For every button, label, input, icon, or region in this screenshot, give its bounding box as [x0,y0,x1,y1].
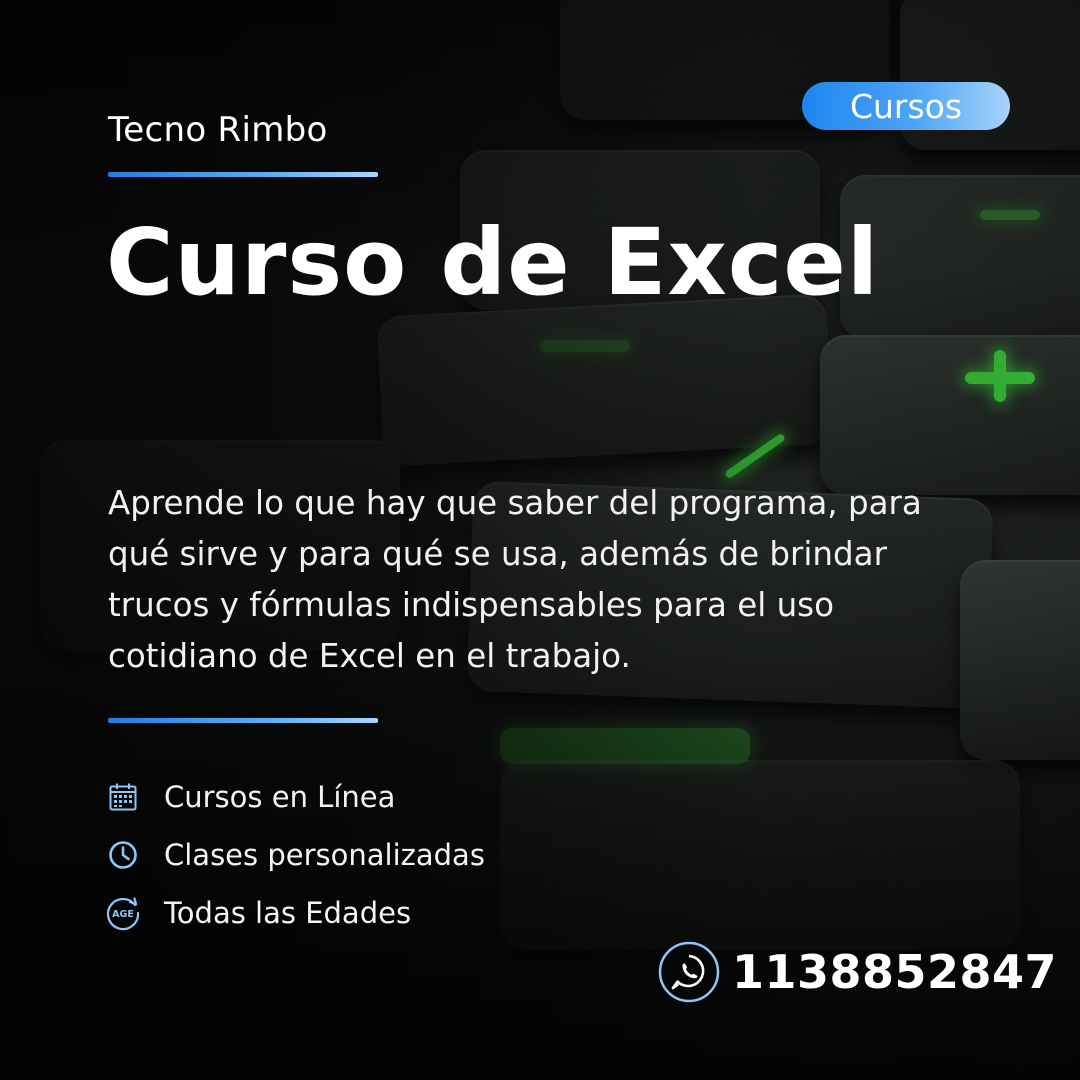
svg-text:AGE: AGE [112,909,134,920]
feature-item: Clases personalizadas [104,826,624,884]
calendar-icon [104,778,142,816]
phone-number[interactable]: 1138852847 [732,945,1057,999]
whatsapp-icon [658,941,720,1003]
clock-icon [104,836,142,874]
feature-label: Clases personalizadas [164,838,485,872]
contact-phone[interactable]: 1138852847 [658,940,1057,1004]
feature-label: Todas las Edades [164,896,412,930]
age-icon: AGE [104,894,142,932]
feature-item: AGE Todas las Edades [104,884,624,942]
course-description: Aprende lo que hay que saber del program… [108,484,922,675]
feature-item: Cursos en Línea [104,768,624,826]
category-badge: Cursos [802,82,1010,130]
promo-poster: Tecno Rimbo Cursos Curso de Excel Aprend… [0,0,1080,1080]
accent-divider-top [108,172,378,177]
page-title: Curso de Excel [106,209,880,316]
accent-divider-middle [108,718,378,723]
brand-name: Tecno Rimbo [108,110,328,150]
feature-label: Cursos en Línea [164,780,396,814]
feature-list: Cursos en Línea Clases personalizadas AG… [104,768,624,942]
